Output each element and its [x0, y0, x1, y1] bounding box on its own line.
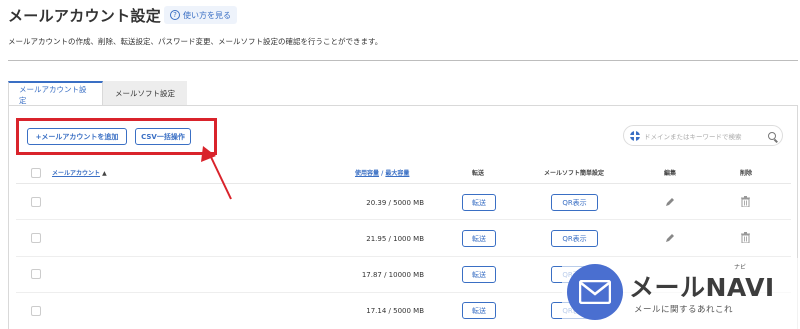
col-header-usage[interactable]: 使用容量 / 最大容量 — [355, 168, 409, 177]
tab-mail-software-settings[interactable]: メールソフト設定 — [103, 81, 187, 106]
pencil-icon[interactable] — [665, 233, 675, 243]
usage-value: 21.95 / 1000 MB — [366, 235, 424, 243]
csv-bulk-button[interactable]: CSV一括操作 — [135, 128, 191, 145]
divider — [8, 60, 798, 61]
select-all-checkbox[interactable] — [31, 168, 41, 178]
search-icon[interactable] — [768, 131, 776, 140]
pencil-icon[interactable] — [665, 197, 675, 207]
tab-mail-account-settings[interactable]: メールアカウント設定 — [8, 81, 103, 106]
trash-icon[interactable] — [741, 196, 750, 207]
tab-bar: メールアカウント設定 メールソフト設定 — [8, 81, 187, 106]
page-title: メールアカウント設定 — [8, 7, 162, 25]
col-header-usage-used[interactable]: 使用容量 — [355, 170, 379, 177]
search-input[interactable]: ドメインまたはキーワードで検索 — [623, 125, 783, 146]
forward-button[interactable]: 転送 — [462, 302, 496, 319]
col-header-mailsoft: メールソフト簡単設定 — [544, 170, 605, 177]
row-checkbox[interactable] — [31, 306, 41, 316]
search-placeholder: ドメインまたはキーワードで検索 — [644, 132, 742, 141]
forward-button[interactable]: 転送 — [462, 194, 496, 211]
col-header-account[interactable]: メールアカウント ▲ — [52, 168, 107, 177]
page-description: メールアカウントの作成、削除、転送設定、パスワード変更、メールソフト設定の確認を… — [8, 37, 383, 46]
col-header-usage-max[interactable]: 最大容量 — [385, 170, 409, 177]
trash-icon[interactable] — [741, 232, 750, 243]
question-icon: ? — [170, 10, 180, 20]
row-divider — [16, 256, 791, 257]
globe-icon — [630, 130, 640, 141]
logo-mark — [567, 264, 623, 320]
usage-value: 17.87 / 10000 MB — [361, 271, 424, 279]
col-header-delete: 削除 — [740, 170, 753, 177]
header-divider — [16, 183, 791, 184]
envelope-icon — [579, 280, 611, 304]
usage-value: 20.39 / 5000 MB — [366, 199, 424, 207]
row-checkbox[interactable] — [31, 233, 41, 243]
row-checkbox[interactable] — [31, 197, 41, 207]
help-button[interactable]: ? 使い方を見る — [164, 6, 237, 24]
row-divider — [16, 219, 791, 220]
sort-asc-icon: ▲ — [102, 170, 107, 177]
usage-value: 17.14 / 5000 MB — [366, 307, 424, 315]
logo-tagline: メールに関するあれこれ — [634, 305, 734, 315]
help-button-label: 使い方を見る — [183, 10, 231, 20]
add-account-button[interactable]: +メールアカウントを追加 — [27, 128, 127, 145]
col-header-forward: 転送 — [472, 170, 485, 177]
qr-button[interactable]: QR表示 — [551, 194, 598, 211]
row-checkbox[interactable] — [31, 269, 41, 279]
logo-name: メールNAVI — [629, 273, 775, 302]
col-header-edit: 編集 — [664, 170, 677, 177]
col-header-account-label[interactable]: メールアカウント — [52, 170, 100, 177]
forward-button[interactable]: 転送 — [462, 230, 496, 247]
forward-button[interactable]: 転送 — [462, 266, 496, 283]
qr-button[interactable]: QR表示 — [551, 230, 598, 247]
